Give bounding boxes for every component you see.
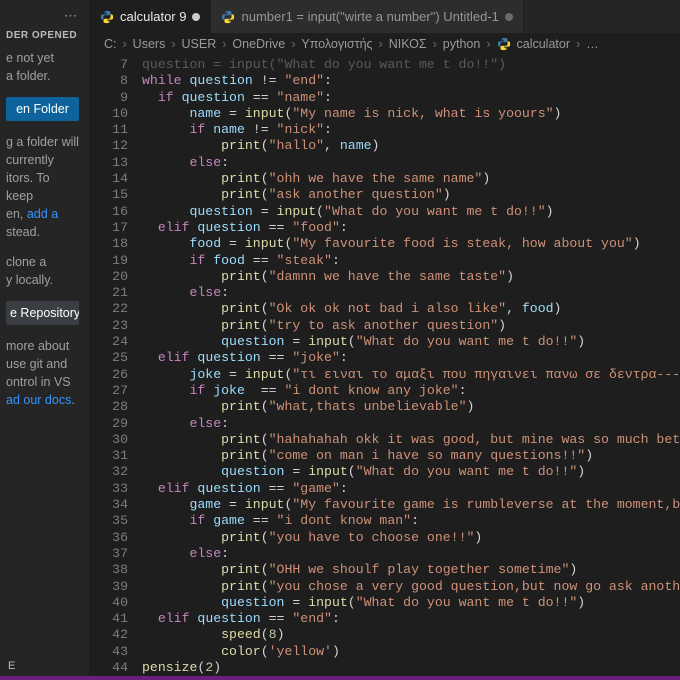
code-line[interactable]: elif question == "game": xyxy=(142,481,680,497)
code-line[interactable]: question = input("What do you want me t … xyxy=(142,334,680,350)
code-line[interactable]: else: xyxy=(142,155,680,171)
code-line[interactable]: game = input("My favourite game is rumbl… xyxy=(142,497,680,513)
code-line[interactable]: print("Ok ok ok not bad i also like", fo… xyxy=(142,301,680,317)
code-line[interactable]: food = input("My favourite food is steak… xyxy=(142,236,680,252)
code-line[interactable]: print("what,thats unbelievable") xyxy=(142,399,680,415)
code-line[interactable]: pensize(2) xyxy=(142,660,680,676)
code-line[interactable]: elif question == "end": xyxy=(142,611,680,627)
editor-tab[interactable]: calculator 9 xyxy=(90,0,211,33)
sidebar-text-3: clone ay locally. xyxy=(6,253,79,289)
code-line[interactable]: question = input("What do you want me t … xyxy=(142,464,680,480)
clone-repository-button[interactable]: e Repository xyxy=(6,301,79,325)
code-line[interactable]: if name != "nick": xyxy=(142,122,680,138)
breadcrumb-segment[interactable]: Υπολογιστής xyxy=(301,37,372,51)
tab-bar: calculator 9 number1 = input("wirte a num… xyxy=(90,0,680,33)
python-icon xyxy=(100,10,114,24)
code-line[interactable]: elif question == "food": xyxy=(142,220,680,236)
python-icon xyxy=(221,10,235,24)
explorer-sidebar: ⋯ DER OPENED e not yeta folder. en Folde… xyxy=(0,0,90,680)
code-line[interactable]: joke = input("τι ειναι το αμαξι που πηγα… xyxy=(142,367,680,383)
unsaved-dot-icon xyxy=(192,13,200,21)
breadcrumb[interactable]: C: › Users › USER › OneDrive › Υπολογιστής › ΝΙΚΟΣ… xyxy=(90,33,680,55)
chevron-right-icon: › xyxy=(291,37,295,51)
code-line[interactable]: print("OHH we shoulf play together somet… xyxy=(142,562,680,578)
unsaved-dot-icon xyxy=(505,13,513,21)
breadcrumb-segment[interactable]: C: xyxy=(104,37,117,51)
code-line[interactable]: print("ask another question") xyxy=(142,187,680,203)
breadcrumb-segment[interactable]: ΝΙΚΟΣ xyxy=(389,37,427,51)
chevron-right-icon: › xyxy=(123,37,127,51)
sidebar-text-4: more about use git and ontrol in VS ad o… xyxy=(6,337,79,409)
breadcrumb-segment[interactable]: Users xyxy=(133,37,166,51)
code-line[interactable]: if question == "name": xyxy=(142,90,680,106)
status-bar[interactable] xyxy=(0,676,680,680)
code-line[interactable]: print("hallo", name) xyxy=(142,138,680,154)
code-line[interactable]: else: xyxy=(142,285,680,301)
breadcrumb-segment[interactable]: python xyxy=(443,37,481,51)
breadcrumb-segment[interactable]: USER xyxy=(182,37,217,51)
breadcrumb-more[interactable]: … xyxy=(586,37,599,51)
sidebar-text-1: e not yeta folder. xyxy=(6,49,79,85)
code-line[interactable]: name = input("My name is nick, what is y… xyxy=(142,106,680,122)
open-folder-button[interactable]: en Folder xyxy=(6,97,79,121)
more-icon[interactable]: ⋯ xyxy=(6,8,79,26)
code-line[interactable]: while question != "end": xyxy=(142,73,680,89)
code-line[interactable]: speed(8) xyxy=(142,627,680,643)
code-line[interactable]: print("you chose a very good question,bu… xyxy=(142,579,680,595)
code-line[interactable]: print("you have to choose one!!") xyxy=(142,530,680,546)
code-line[interactable]: color('yellow') xyxy=(142,644,680,660)
code-line[interactable]: else: xyxy=(142,416,680,432)
code-line[interactable]: print("come on man i have so many questi… xyxy=(142,448,680,464)
chevron-right-icon: › xyxy=(486,37,490,51)
section-header: DER OPENED xyxy=(6,30,79,41)
sidebar-text-2: g a folder will currently itors. To keep… xyxy=(6,133,79,241)
chevron-right-icon: › xyxy=(222,37,226,51)
tab-label: calculator 9 xyxy=(120,9,186,24)
code-content[interactable]: question = input("What do you want me t … xyxy=(142,55,680,680)
code-editor[interactable]: 7891011121314151617181920212223242526272… xyxy=(90,55,680,680)
code-line[interactable]: question = input("What do you want me t … xyxy=(142,595,680,611)
add-link[interactable]: add a xyxy=(27,207,58,221)
code-line[interactable]: else: xyxy=(142,546,680,562)
tab-label: number1 = input("wirte a number") Untitl… xyxy=(241,9,498,24)
code-line[interactable]: question = input("What do you want me t … xyxy=(142,204,680,220)
chevron-right-icon: › xyxy=(433,37,437,51)
code-line[interactable]: print("ohh we have the same name") xyxy=(142,171,680,187)
sidebar-outline-collapsed[interactable]: E xyxy=(8,660,15,672)
editor-tab[interactable]: number1 = input("wirte a number") Untitl… xyxy=(211,0,523,33)
code-line[interactable]: print("damnn we have the same taste") xyxy=(142,269,680,285)
chevron-right-icon: › xyxy=(576,37,580,51)
code-line[interactable]: if food == "steak": xyxy=(142,253,680,269)
code-line[interactable]: if game == "i dont know man": xyxy=(142,513,680,529)
chevron-right-icon: › xyxy=(379,37,383,51)
python-icon xyxy=(497,37,511,51)
editor-area: calculator 9 number1 = input("wirte a num… xyxy=(90,0,680,680)
code-line[interactable]: elif question == "joke": xyxy=(142,350,680,366)
code-line[interactable]: print("hahahahah okk it was good, but mi… xyxy=(142,432,680,448)
code-line[interactable]: if joke == "i dont know any joke": xyxy=(142,383,680,399)
breadcrumb-file[interactable]: calculator xyxy=(517,37,571,51)
line-number-gutter: 7891011121314151617181920212223242526272… xyxy=(90,55,142,680)
chevron-right-icon: › xyxy=(171,37,175,51)
docs-link[interactable]: ad our docs xyxy=(6,393,71,407)
code-line[interactable]: question = input("What do you want me t … xyxy=(142,57,680,73)
code-line[interactable]: print("try to ask another question") xyxy=(142,318,680,334)
breadcrumb-segment[interactable]: OneDrive xyxy=(232,37,285,51)
